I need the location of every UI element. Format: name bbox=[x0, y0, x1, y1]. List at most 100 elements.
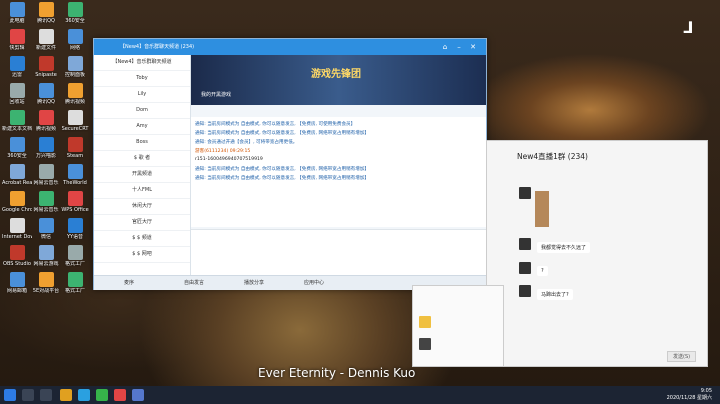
desktop-icon-label: 腾讯视频 bbox=[64, 99, 85, 105]
app-icon bbox=[38, 137, 54, 152]
app-icon bbox=[67, 110, 83, 125]
desktop-icon[interactable]: 新建文本文档 bbox=[2, 110, 32, 132]
desktop-icon[interactable]: 腾讯视频 bbox=[60, 83, 90, 105]
clock[interactable]: 9:05 2020/11/28 星期六 bbox=[667, 388, 712, 402]
task-view-icon[interactable] bbox=[40, 389, 52, 401]
bottom-tab[interactable]: 播放分享 bbox=[244, 279, 264, 286]
app-icon bbox=[38, 29, 54, 44]
desktop-icon[interactable]: 网易云游戏 bbox=[31, 245, 61, 267]
sidebar-item[interactable]: Boss bbox=[94, 135, 190, 151]
desktop-icon[interactable]: 万兴喵影 bbox=[31, 137, 61, 159]
desktop-icon[interactable]: 腾讯QQ bbox=[31, 83, 61, 105]
app-icon bbox=[38, 164, 54, 179]
qq-icon[interactable] bbox=[78, 389, 90, 401]
desktop-icon-label: 格式工厂 bbox=[64, 261, 85, 267]
desktop-icon-label: 360安全 bbox=[7, 153, 27, 159]
clock-date: 2020/11/28 星期六 bbox=[666, 395, 712, 401]
app-icon bbox=[38, 2, 54, 17]
app-icon bbox=[9, 56, 25, 71]
desktop-icon-label: 网易邮箱 bbox=[6, 288, 27, 294]
sidebar-item[interactable]: Amy bbox=[94, 119, 190, 135]
close-icon[interactable]: ✕ bbox=[468, 42, 478, 52]
group-chat-panel: New4直播1群 (234) 我都觉得去不久远了 ? 马蹄出去了? 发送(S) bbox=[486, 140, 708, 367]
desktop-icon-label: 微信 bbox=[40, 234, 51, 240]
sidebar-item[interactable]: Lily bbox=[94, 87, 190, 103]
chat-message: r151-1600496940707519919 bbox=[195, 157, 263, 162]
app-icon[interactable] bbox=[114, 389, 126, 401]
bottom-tab[interactable]: 自由发言 bbox=[184, 279, 204, 286]
sidebar-item[interactable]: Toby bbox=[94, 71, 190, 87]
app-icon[interactable] bbox=[132, 389, 144, 401]
desktop-icon-label: 控制面板 bbox=[64, 72, 85, 78]
avatar bbox=[419, 316, 431, 328]
window-titlebar[interactable]: 【New4】音乐群聊天频道 (234) ⌂ – ✕ bbox=[94, 39, 486, 55]
desktop-icon[interactable]: 迅雷 bbox=[2, 56, 32, 78]
desktop-icon[interactable]: 新建文件 bbox=[31, 29, 61, 51]
sidebar-item[interactable]: 官匠大厅 bbox=[94, 215, 190, 231]
desktop-icon[interactable]: Internet Downlo... bbox=[2, 218, 32, 240]
desktop-icon[interactable]: 腾讯视频 bbox=[31, 110, 61, 132]
desktop-icon[interactable]: YY语音 bbox=[60, 218, 90, 240]
app-icon bbox=[38, 245, 54, 260]
desktop-icon[interactable]: 控制面板 bbox=[60, 56, 90, 78]
desktop-icon-label: 万兴喵影 bbox=[35, 153, 56, 159]
bottom-tab[interactable]: 麦序 bbox=[124, 279, 134, 286]
desktop-icon[interactable]: 格式工厂 bbox=[60, 245, 90, 267]
avatar bbox=[519, 285, 531, 297]
bottom-tab[interactable]: 应用中心 bbox=[304, 279, 324, 286]
desktop-icon[interactable]: OBS Studio bbox=[2, 245, 32, 267]
desktop-icon[interactable]: WPS Office bbox=[60, 191, 90, 213]
app-icon bbox=[38, 272, 54, 287]
desktop-icon[interactable]: 360安全 bbox=[2, 137, 32, 159]
sidebar-item[interactable]: 开黑频道 bbox=[94, 167, 190, 183]
sidebar-item[interactable]: Dom bbox=[94, 103, 190, 119]
game-banner[interactable]: 游戏先锋团 我的开黑游戏 bbox=[191, 55, 486, 105]
banner-subtitle: 我的开黑游戏 bbox=[201, 92, 232, 98]
desktop-icon[interactable]: 网易邮箱 bbox=[2, 272, 32, 294]
desktop-icon[interactable]: 回收站 bbox=[2, 83, 32, 105]
desktop-icon[interactable]: Steam bbox=[60, 137, 90, 159]
desktop-icon[interactable]: 网易云音乐 bbox=[31, 191, 61, 213]
desktop-icon[interactable]: Snipaste bbox=[31, 56, 61, 78]
desktop-icon-label: 新建文件 bbox=[35, 45, 56, 51]
desktop-icon[interactable]: SecureCRT bbox=[60, 110, 90, 132]
desktop-icon[interactable]: Google Chrome bbox=[2, 191, 32, 213]
desktop-icon[interactable]: TheWorld bbox=[60, 164, 90, 186]
app-icon bbox=[9, 164, 25, 179]
desktop-icon[interactable]: 此电脑 bbox=[2, 2, 32, 24]
sidebar-item[interactable]: $ 歌 者 bbox=[94, 151, 190, 167]
desktop-icon-label: WPS Office bbox=[61, 207, 89, 213]
app-icon bbox=[38, 218, 54, 233]
avatar bbox=[519, 262, 531, 274]
home-icon[interactable]: ⌂ bbox=[440, 42, 450, 52]
desktop-icon[interactable]: 360安全 bbox=[60, 2, 90, 24]
desktop-icon[interactable]: 网易云音乐 bbox=[31, 164, 61, 186]
desktop-icon[interactable]: 微信 bbox=[31, 218, 61, 240]
desktop-icon[interactable]: 快剪辑 bbox=[2, 29, 32, 51]
sidebar-item[interactable]: $ $ 频道 bbox=[94, 231, 190, 247]
search-icon[interactable] bbox=[22, 389, 34, 401]
desktop-icon-label: 网络 bbox=[69, 45, 80, 51]
sidebar-item[interactable]: 休闲大厅 bbox=[94, 199, 190, 215]
app-icon bbox=[9, 272, 25, 287]
desktop-icon-label: 腾讯视频 bbox=[35, 126, 56, 132]
folder-icon[interactable] bbox=[60, 389, 72, 401]
desktop-icon[interactable]: 格式工厂 bbox=[60, 272, 90, 294]
message-list: 通知: 当前房间模式为 自由模式, 你可以随意发言, 【免费房, 可使用免费会员… bbox=[191, 117, 486, 227]
minimize-icon[interactable]: – bbox=[454, 42, 464, 52]
sidebar-item[interactable]: 【New4】音乐群聊天频道 bbox=[94, 55, 190, 71]
windows-start-icon[interactable] bbox=[4, 389, 16, 401]
desktop-icon-label: Google Chrome bbox=[2, 207, 32, 213]
app-icon bbox=[38, 110, 54, 125]
desktop-icon-label: SecureCRT bbox=[61, 126, 89, 132]
sidebar-item[interactable]: $ $ 网吧 bbox=[94, 247, 190, 263]
desktop-icon[interactable]: 5E对战平台 bbox=[31, 272, 61, 294]
desktop-icon[interactable]: Acrobat Reader DC bbox=[2, 164, 32, 186]
desktop-icon[interactable]: 网络 bbox=[60, 29, 90, 51]
desktop-icon-label: 此电脑 bbox=[9, 18, 25, 24]
desktop-icon[interactable]: 腾讯QQ bbox=[31, 2, 61, 24]
send-button[interactable]: 发送(S) bbox=[667, 351, 697, 362]
wechat-icon[interactable] bbox=[96, 389, 108, 401]
image-message[interactable] bbox=[535, 191, 549, 227]
sidebar-item[interactable]: 十人FML bbox=[94, 183, 190, 199]
